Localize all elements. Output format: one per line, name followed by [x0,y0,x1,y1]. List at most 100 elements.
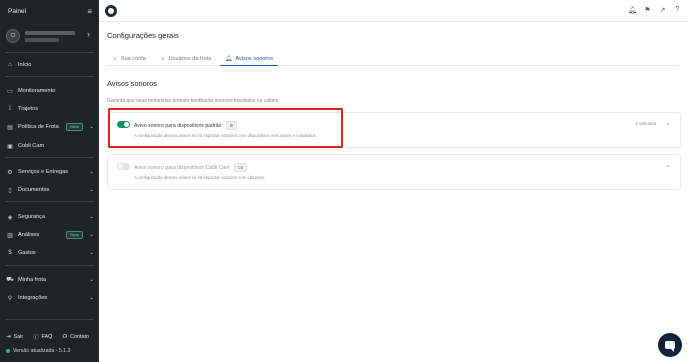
sidebar-footer: ⇥ Sair ⓘ FAQ ☊ Contato [0,330,99,344]
bell-icon[interactable]: 🔔︎ [628,6,637,14]
documents-icon: ▯ [8,187,12,194]
tab-label: Sua conta [120,56,146,62]
chevron-down-icon[interactable]: ⌄ [665,161,671,169]
top-actions: 🔔︎ ⚑ ↗ ? [628,6,682,14]
sidebar-item-seguranca[interactable]: ◈ Segurança ⌄ [6,211,96,223]
money-icon: $ [8,250,12,256]
divider [5,265,94,266]
version-label: Versão atualizada - 5.1.3 [13,348,71,354]
new-badge: Novo [66,123,83,131]
external-link-icon[interactable]: ↗ [658,6,667,14]
divider [5,319,94,320]
tab-label: Usuários da frota [168,56,212,62]
user-name-redacted [25,29,75,43]
analytics-icon: ▥ [7,232,13,239]
faq-button[interactable]: ⓘ FAQ [33,333,52,341]
faq-label: FAQ [41,334,53,340]
hamburger-icon[interactable]: ≡ [87,7,92,16]
device-chip: CB [233,163,248,172]
sidebar-header: Painel ≡ [0,0,99,22]
chat-icon [665,341,675,352]
section-title: Avisos sonoros [107,79,157,88]
sidebar-item-gastos[interactable]: $ Gastos ⌄ [6,247,96,259]
user-profile[interactable]: CI › [6,26,94,46]
sidebar-item-label: Análises [18,232,40,238]
fleet-icon: ⛟ [6,277,14,283]
tab-sua-conta[interactable]: ☺ Sua conta [107,52,151,66]
cobli-logo[interactable] [105,5,117,17]
sidebar-item-monitoramento[interactable]: ▭ Monitoramento [6,85,96,97]
sidebar-item-analises[interactable]: ▥ Análises Novo ⌄ [6,229,96,241]
tab-avisos-sonoros[interactable]: 🔔︎ Avisos sonoros [220,52,279,66]
tab-label: Avisos sonoros [235,55,274,62]
vehicle-count: 2 veículos [635,121,656,126]
sidebar-item-minha-frota[interactable]: ⛟ Minha frota ⌄ [6,274,96,286]
sidebar-item-label: Trajetos [18,106,38,112]
chevron-down-icon: ⌄ [89,214,94,220]
help-icon: ⓘ [33,335,39,341]
chevron-right-icon: › [87,29,90,39]
chevron-down-icon: ⌄ [89,277,94,283]
version-status: Versão atualizada - 5.1.3 [6,348,70,354]
logout-label: Sair [13,334,24,340]
sound-alert-card-cobli-cam[interactable]: Aviso sonoro para dispositivos Cobli Cam… [107,154,681,190]
chevron-down-icon[interactable]: ⌄ [665,119,671,127]
tab-bar: ☺ Sua conta ☺ Usuários da frota 🔔︎ Aviso… [107,52,679,66]
bell-icon: 🔔︎ [225,55,233,62]
sidebar-item-label: Gastos [18,250,36,256]
chevron-down-icon: ⌄ [89,232,94,238]
chat-button[interactable] [658,333,682,357]
chevron-down-icon: ⌄ [89,169,94,175]
contact-button[interactable]: ☊ Contato [62,334,89,340]
sidebar-item-label: Monitoramento [18,88,56,94]
logout-button[interactable]: ⇥ Sair [6,334,23,340]
chevron-down-icon: ⌄ [89,250,94,256]
sidebar-item-politica-de-frota[interactable]: ▤ Política de Frota Novo ⌄ [6,121,96,133]
policy-icon: ▤ [7,124,13,131]
new-badge: Novo [66,231,83,239]
services-icon: ⚙ [7,169,13,176]
monitor-icon: ▭ [7,88,13,95]
sidebar-item-label: Serviços e Entregas [18,169,69,175]
sidebar-item-label: Segurança [18,214,46,220]
shield-icon: ◈ [7,214,13,221]
headset-icon: ☊ [62,334,68,340]
highlight-box [108,108,343,148]
main-content: Configurações gerais ☺ Sua conta ☺ Usuár… [99,22,688,362]
card-title: Aviso sonoro para dispositivos Cobli Cam… [134,163,248,172]
users-icon: ☺ [159,56,166,62]
status-dot-icon [6,349,10,353]
sidebar-title: Painel [8,7,27,15]
avatar: CI [6,29,20,43]
sidebar-item-label: Política de Frota [18,124,59,130]
sidebar-item-label: Início [18,62,32,68]
chevron-down-icon: ⌄ [89,187,94,193]
sidebar-item-label: Documentos [18,187,50,193]
help-icon[interactable]: ? [673,6,682,14]
top-bar: 🔔︎ ⚑ ↗ ? [99,0,688,22]
sidebar-item-cobli-cam[interactable]: ▣ Cobli Cam [6,140,96,152]
contact-label: Contato [70,334,90,340]
sidebar-item-integracoes[interactable]: ⚲ Integrações ⌄ [6,292,96,304]
section-description: Garanta que seus motoristas tenham feedb… [107,98,279,104]
sidebar-item-servicos-e-entregas[interactable]: ⚙ Serviços e Entregas ⌄ [6,166,96,178]
divider [5,201,94,202]
logout-icon: ⇥ [6,334,11,340]
sound-alert-toggle[interactable] [117,163,130,170]
sidebar-item-label: Minha frota [18,277,46,283]
chevron-down-icon: ⌄ [89,295,94,301]
sidebar-item-label: Integrações [18,295,48,301]
sidebar-item-documentos[interactable]: ▯ Documentos ⌄ [6,184,96,196]
sidebar: Painel ≡ CI › ⌂ Início ▭ Monitoramento ⟟… [0,0,99,362]
divider [5,76,94,77]
divider [5,52,94,53]
sidebar-item-label: Cobli Cam [18,143,45,149]
flag-icon[interactable]: ⚑ [643,6,652,14]
tab-usuarios-da-frota[interactable]: ☺ Usuários da frota [155,52,216,66]
page-title: Configurações gerais [107,31,179,40]
camera-icon: ▣ [7,143,13,150]
sidebar-item-inicio[interactable]: ⌂ Início [6,59,96,71]
user-icon: ☺ [112,56,118,62]
sidebar-item-trajetos[interactable]: ⟟ Trajetos [6,103,96,115]
integrations-icon: ⚲ [7,295,13,302]
